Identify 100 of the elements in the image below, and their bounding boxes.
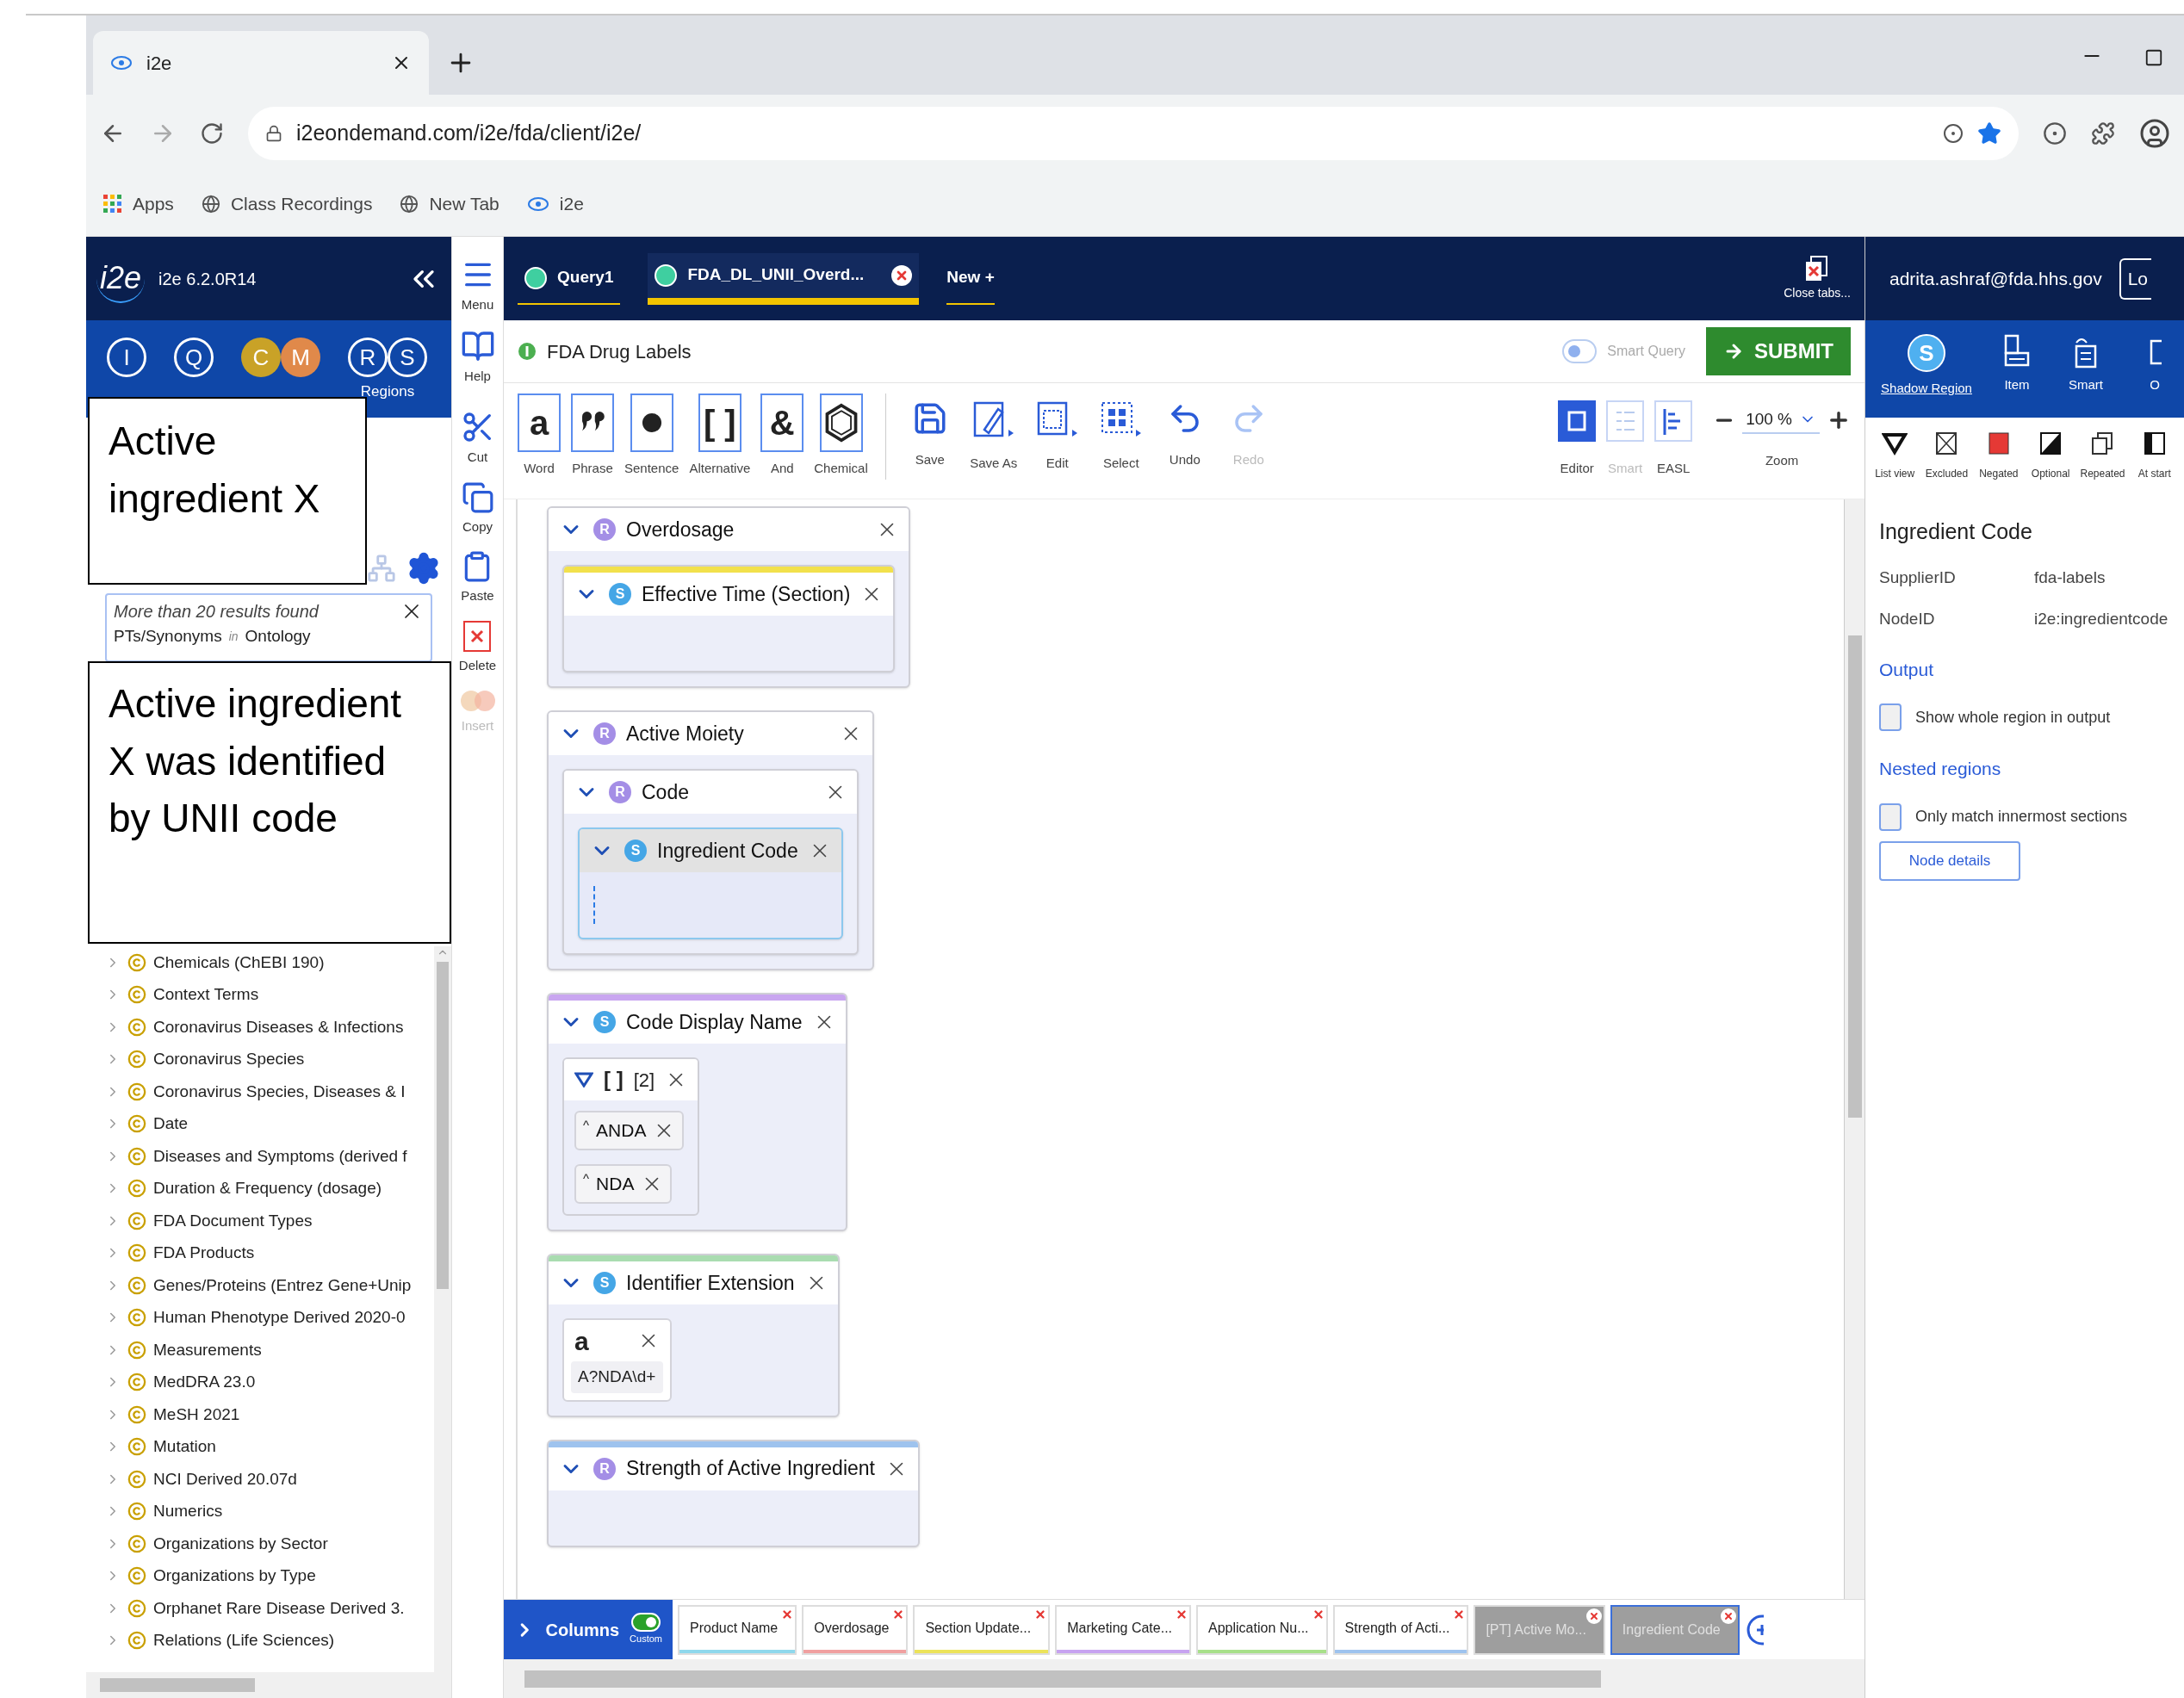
letter-icon[interactable]: S [388, 338, 427, 377]
word-node[interactable]: a A?NDA\d+ [562, 1318, 672, 1402]
address-bar[interactable]: i2eondemand.com/i2e/fda/client/i2e/ [248, 107, 2019, 160]
checkbox[interactable] [1879, 703, 1902, 731]
stacked-squares-icon[interactable] [2091, 431, 2114, 455]
ontology-item[interactable]: FDA Products [105, 1236, 434, 1269]
letter-icon[interactable]: Q [174, 338, 214, 377]
extension-icon[interactable] [2043, 121, 2067, 146]
remove-icon[interactable] [1176, 1608, 1188, 1621]
quote-marks-icon[interactable] [571, 394, 614, 452]
scroll-thumb[interactable] [100, 1678, 255, 1692]
remove-icon[interactable] [1312, 1608, 1325, 1621]
bookmark[interactable]: i2e [526, 190, 584, 218]
ontology-item[interactable]: Mutation [105, 1430, 434, 1463]
left-bar-square-icon[interactable] [2143, 431, 2166, 455]
region-node[interactable]: R Active Moiety R Code S Ingredient Code [547, 710, 874, 970]
and-glyph[interactable]: & [760, 394, 804, 452]
column-chip[interactable]: Application Nu... [1196, 1604, 1328, 1655]
new-tab-button[interactable]: New + [946, 252, 995, 305]
logout-button[interactable]: Lo [2119, 257, 2151, 300]
ontology-item[interactable]: Duration & Frequency (dosage) [105, 1172, 434, 1205]
remove-icon[interactable] [1034, 1608, 1047, 1621]
region-node[interactable]: R Overdosage S Effective Time (Section) [547, 506, 911, 688]
word-glyph[interactable]: a [518, 394, 561, 452]
copy-icon[interactable] [461, 480, 494, 514]
region-tool[interactable]: O [2129, 334, 2181, 395]
region-node[interactable]: S Effective Time (Section) [562, 565, 896, 672]
profile-icon[interactable] [2139, 118, 2170, 149]
ontology-item[interactable]: Diseases and Symptoms (derived f [105, 1140, 434, 1173]
star-icon[interactable] [1977, 121, 2001, 146]
remove-icon[interactable] [1585, 1608, 1602, 1624]
bookmark[interactable]: Class Recordings [201, 190, 373, 218]
ontology-item[interactable]: Measurements [105, 1334, 434, 1366]
column-chip[interactable]: Section Update... [913, 1604, 1051, 1655]
submit-button[interactable]: SUBMIT [1706, 327, 1851, 375]
ontology-item[interactable]: Context Terms [105, 978, 434, 1011]
node-details-button[interactable]: Node details [1879, 840, 2020, 881]
easl-view-button[interactable] [1654, 400, 1693, 442]
region-node[interactable]: S Code Display Name [ ] [2] ^ ANDA ^ NDA [547, 993, 847, 1231]
remove-icon[interactable] [781, 1608, 794, 1621]
checkbox[interactable] [1879, 803, 1902, 831]
crossed-square-icon[interactable] [1935, 431, 1958, 455]
column-chip[interactable]: Marketing Cate... [1055, 1604, 1191, 1655]
browser-tab[interactable]: i2e [93, 31, 429, 95]
region-tool[interactable]: Item [1991, 334, 2043, 395]
region-node[interactable]: S Identifier Extension a A?NDA\d+ [547, 1254, 840, 1417]
remove-icon[interactable] [1720, 1608, 1736, 1624]
ontology-item[interactable]: Orphanet Rare Disease Derived 3. [105, 1592, 434, 1625]
region-tool[interactable]: Smart [2060, 334, 2112, 395]
smart-query-toggle[interactable] [1562, 339, 1598, 363]
ontology-item[interactable]: FDA Document Types [105, 1205, 434, 1237]
delete-icon[interactable] [462, 619, 493, 653]
column-chip[interactable]: Product Name [678, 1604, 797, 1655]
scroll-thumb[interactable] [524, 1670, 1601, 1688]
bookmark[interactable]: New Tab [400, 190, 499, 218]
scroll-thumb[interactable] [437, 962, 449, 1289]
settings-icon[interactable] [406, 551, 441, 586]
maximize-icon[interactable] [2144, 48, 2163, 67]
zoom-select[interactable]: 100 % [1742, 407, 1820, 434]
triangle-down-icon[interactable] [1882, 431, 1908, 455]
alternative-glyph[interactable]: [ ] [698, 394, 741, 452]
close-tabs-button[interactable]: Close tabs... [1784, 255, 1851, 302]
term-chip[interactable]: ^ ANDA [574, 1111, 685, 1150]
column-chip[interactable]: Strength of Acti... [1332, 1604, 1469, 1655]
region-node[interactable]: R Code S Ingredient Code [562, 769, 859, 955]
form-icon[interactable] [2002, 334, 2032, 369]
scroll-thumb[interactable] [1847, 635, 1862, 1118]
close-icon[interactable] [891, 264, 913, 286]
region-tool[interactable]: S Shadow Region [1879, 334, 1974, 399]
ontology-item[interactable]: Coronavirus Species [105, 1043, 434, 1075]
ontology-item[interactable]: Coronavirus Species, Diseases & I [105, 1075, 434, 1108]
remove-icon[interactable] [892, 1608, 905, 1621]
region-node[interactable]: R Strength of Active Ingredient [547, 1439, 920, 1547]
ontology-item[interactable]: MeSH 2021 [105, 1398, 434, 1431]
square-icon[interactable] [1987, 431, 2010, 455]
triangle-down-icon[interactable] [574, 1072, 593, 1088]
region-node[interactable]: S Ingredient Code [578, 827, 843, 939]
alternative-node[interactable]: [ ] [2] ^ ANDA ^ NDA [562, 1057, 700, 1216]
column-chip[interactable]: Overdosage [802, 1604, 909, 1655]
ontology-item[interactable]: Genes/Proteins (Entrez Gene+Unip [105, 1269, 434, 1302]
ontology-item[interactable]: Human Phenotype Derived 2020-0 [105, 1301, 434, 1334]
term-chip[interactable]: ^ NDA [574, 1164, 673, 1204]
custom-toggle[interactable] [631, 1613, 661, 1633]
letter-icon[interactable]: R [348, 338, 388, 377]
target-icon[interactable] [1943, 123, 1964, 144]
ontology-item[interactable]: MedDRA 23.0 [105, 1366, 434, 1398]
query-tab[interactable]: FDA_DL_UNII_Overd... [648, 252, 920, 305]
ontology-item[interactable]: NCI Derived 20.07d [105, 1463, 434, 1496]
ontology-item[interactable]: Coronavirus Diseases & Infections [105, 1011, 434, 1044]
ontology-item[interactable]: Numerics [105, 1495, 434, 1528]
query-tab[interactable]: Query1 [518, 252, 621, 305]
columns-button[interactable]: Columns Custom [504, 1600, 673, 1659]
ontology-item[interactable]: Relations (Life Sciences) [105, 1624, 434, 1657]
letter-icon[interactable]: I [107, 338, 146, 377]
reload-icon[interactable] [200, 121, 224, 146]
ontology-item[interactable]: Date [105, 1107, 434, 1140]
remove-icon[interactable] [1453, 1608, 1466, 1621]
ontology-item[interactable]: Chemicals (ChEBI 190) [105, 946, 434, 979]
ontology-item[interactable]: Organizations by Sector [105, 1528, 434, 1560]
pattern-field[interactable]: A?NDA\d+ [571, 1361, 663, 1393]
